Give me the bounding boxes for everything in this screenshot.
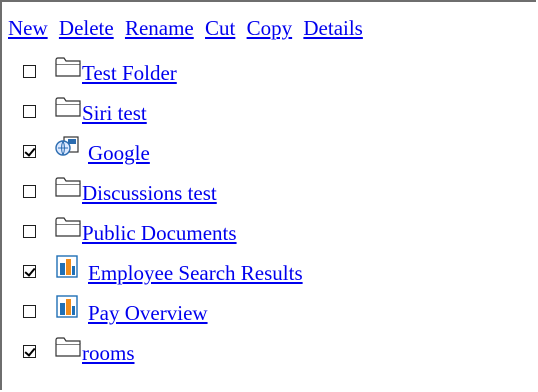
list-item: rooms: [0, 331, 536, 371]
item-link[interactable]: Siri test: [82, 101, 147, 125]
item-checkbox[interactable]: [23, 344, 36, 358]
item-link[interactable]: Google: [88, 141, 150, 165]
item-checkbox[interactable]: [23, 184, 36, 198]
rename-link[interactable]: Rename: [125, 16, 194, 40]
report-icon[interactable]: [54, 295, 82, 319]
item-checkbox[interactable]: [23, 104, 36, 118]
item-link[interactable]: Pay Overview: [88, 301, 208, 325]
action-toolbar: New Delete Rename Cut Copy Details: [8, 15, 363, 41]
item-checkbox[interactable]: [23, 224, 36, 238]
list-item: Public Documents: [0, 211, 536, 251]
item-link[interactable]: Discussions test: [82, 181, 217, 205]
list-item: Google: [0, 131, 536, 171]
delete-link[interactable]: Delete: [59, 16, 114, 40]
link-document-icon[interactable]: [54, 135, 82, 159]
list-item: Employee Search Results: [0, 251, 536, 291]
folder-icon[interactable]: [54, 215, 82, 239]
copy-link[interactable]: Copy: [247, 16, 293, 40]
item-link[interactable]: Public Documents: [82, 221, 237, 245]
list-item: Siri test: [0, 91, 536, 131]
item-checkbox[interactable]: [23, 144, 36, 158]
folder-icon[interactable]: [54, 175, 82, 199]
folder-icon[interactable]: [54, 55, 82, 79]
item-list: Test Folder Siri test Google Discussions…: [0, 51, 536, 371]
folder-icon[interactable]: [54, 335, 82, 359]
new-link[interactable]: New: [8, 16, 48, 40]
item-checkbox[interactable]: [23, 264, 36, 278]
item-link[interactable]: rooms: [82, 341, 135, 365]
cut-link[interactable]: Cut: [205, 16, 235, 40]
list-item: Pay Overview: [0, 291, 536, 331]
list-item: Test Folder: [0, 51, 536, 91]
folder-icon[interactable]: [54, 95, 82, 119]
item-link[interactable]: Test Folder: [82, 61, 177, 85]
item-checkbox[interactable]: [23, 304, 36, 318]
details-link[interactable]: Details: [303, 16, 362, 40]
list-item: Discussions test: [0, 171, 536, 211]
item-checkbox[interactable]: [23, 64, 36, 78]
report-icon[interactable]: [54, 255, 82, 279]
item-link[interactable]: Employee Search Results: [88, 261, 303, 285]
